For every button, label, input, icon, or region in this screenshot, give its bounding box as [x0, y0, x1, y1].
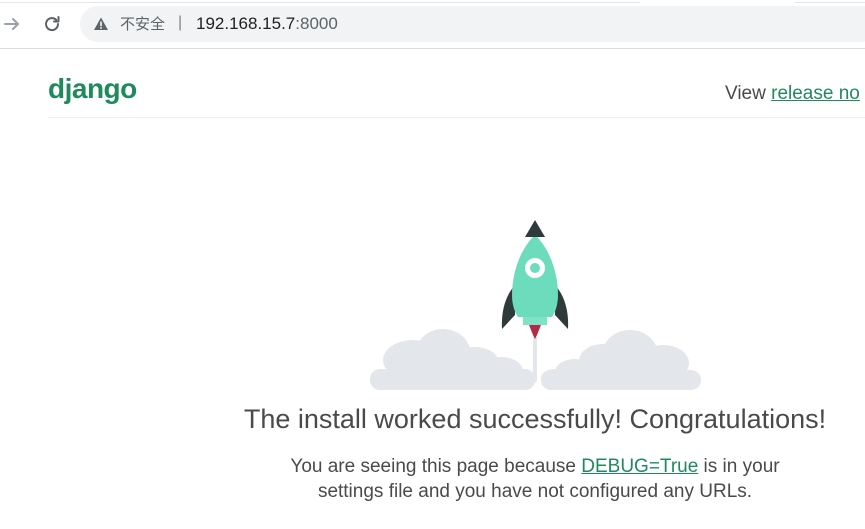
- forward-button[interactable]: [0, 10, 26, 38]
- arrow-right-icon: [4, 18, 19, 30]
- tab-strip-edge-right: [795, 0, 865, 3]
- rocket-nozzle: [523, 317, 547, 325]
- release-prefix: View: [725, 83, 772, 104]
- url-text[interactable]: 192.168.15.7:8000: [196, 14, 338, 34]
- url-port: :8000: [295, 14, 338, 33]
- cloud-right: [541, 330, 701, 390]
- address-bar[interactable]: 不安全 | 192.168.15.7:8000: [80, 6, 865, 42]
- reload-button[interactable]: [38, 10, 66, 38]
- tab-strip-edge: [0, 0, 640, 3]
- release-notes: View release no: [725, 82, 860, 106]
- browser-toolbar: 不安全 | 192.168.15.7:8000: [0, 0, 865, 49]
- url-separator: |: [178, 14, 183, 31]
- explanation-text-end: settings file and you have not configure…: [317, 481, 753, 502]
- explanation-text-middle: is in your: [698, 456, 780, 477]
- url-host: 192.168.15.7: [196, 14, 296, 33]
- cloud-left: [370, 329, 537, 390]
- page-header: django View release no: [48, 60, 865, 118]
- reload-icon: [45, 16, 60, 32]
- warning-triangle-icon[interactable]: [93, 16, 109, 32]
- release-notes-link[interactable]: release no: [771, 83, 860, 104]
- explanation-text-start: You are seeing this page because: [290, 456, 582, 477]
- rocket-launch-icon: [370, 220, 701, 390]
- success-headline: The install worked successfully! Congrat…: [243, 404, 827, 434]
- debug-explanation: You are seeing this page because DEBUG=T…: [235, 454, 835, 504]
- rocket-flame: [529, 325, 541, 339]
- debug-true-link[interactable]: DEBUG=True: [581, 456, 698, 477]
- security-status-label[interactable]: 不安全: [120, 14, 165, 34]
- rocket-nose: [525, 220, 545, 237]
- django-logo[interactable]: django: [48, 72, 137, 106]
